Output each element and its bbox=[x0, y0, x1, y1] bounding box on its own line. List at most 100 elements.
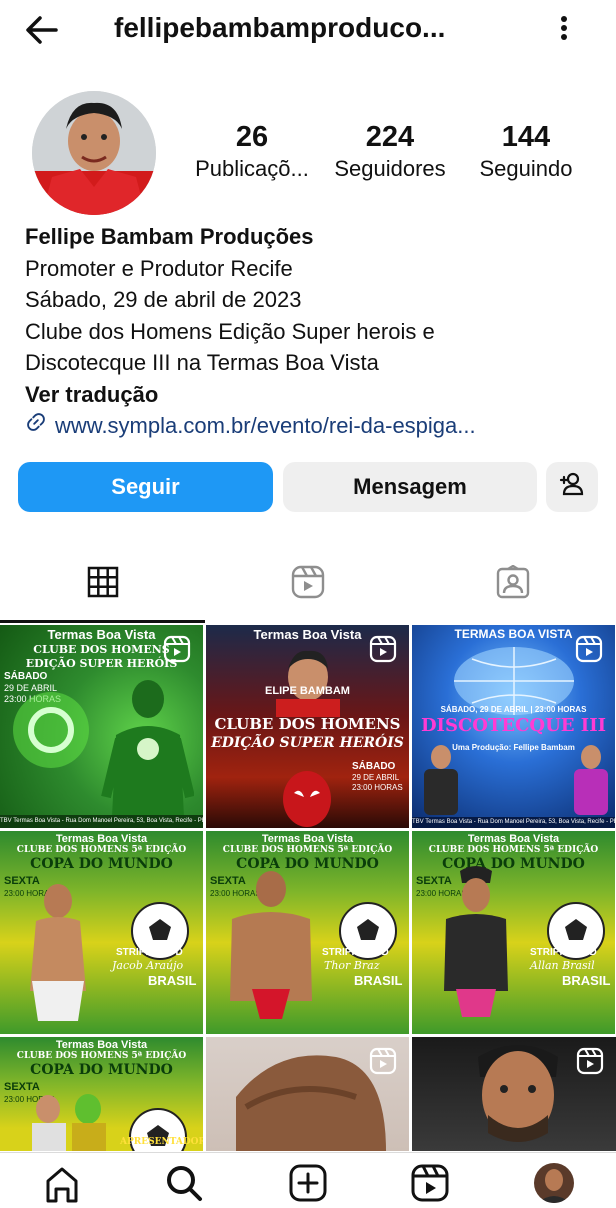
followers-stat[interactable]: 224 Seguidores bbox=[326, 120, 454, 184]
tab-posts[interactable] bbox=[0, 545, 205, 623]
posts-label: Publicaçõ... bbox=[195, 156, 309, 181]
profile-avatar[interactable] bbox=[32, 91, 156, 215]
post-thumbnail[interactable]: Termas Boa Vista CLUBE DOS HOMENS 5ª EDI… bbox=[0, 1037, 203, 1151]
poster-footer: TBV Termas Boa Vista - Rua Dom Manoel Pe… bbox=[0, 815, 203, 828]
tab-tagged[interactable] bbox=[410, 545, 615, 623]
follow-button[interactable]: Seguir bbox=[18, 462, 273, 512]
top-bar: fellipebambamproduco... bbox=[0, 0, 616, 60]
poster-footer: TBV Termas Boa Vista - Rua Dom Manoel Pe… bbox=[412, 817, 615, 828]
poster-subtitle: EDIÇÃO SUPER HERÓIS bbox=[211, 735, 404, 751]
see-translation-link[interactable]: Ver tradução bbox=[25, 379, 585, 411]
poster-country: BRASIL bbox=[562, 973, 611, 988]
create-post-icon[interactable] bbox=[288, 1163, 328, 1203]
photo-subject bbox=[478, 1045, 558, 1142]
poster-date: 29 DE ABRIL bbox=[352, 773, 400, 782]
poster-country: BRASIL bbox=[354, 973, 403, 988]
profile-handle: fellipebambamproduco... bbox=[114, 12, 446, 43]
active-tab-indicator bbox=[0, 620, 205, 623]
post-thumbnail[interactable] bbox=[412, 1037, 616, 1151]
host-photo bbox=[276, 650, 340, 717]
bio-line: Promoter e Produtor Recife bbox=[25, 255, 293, 281]
model-photo bbox=[444, 866, 508, 1017]
bio-link[interactable]: www.sympla.com.br/evento/rei-da-espiga..… bbox=[25, 410, 585, 442]
poster-header: Termas Boa Vista bbox=[55, 833, 148, 845]
post-thumbnail[interactable]: Termas Boa Vista CLUBE DOS HOMENS EDIÇÃO… bbox=[0, 625, 203, 828]
profile-name: Fellipe Bambam Produções bbox=[25, 224, 314, 249]
poster-day: SÁBADO bbox=[4, 671, 48, 682]
more-options-icon[interactable] bbox=[548, 12, 580, 44]
poster-title: CLUBE DOS HOMENS 5ª EDIÇÃO bbox=[428, 845, 599, 855]
model-photo bbox=[230, 871, 312, 1019]
bio-line: Discotecque III na Termas Boa Vista bbox=[25, 350, 379, 375]
reel-icon bbox=[575, 635, 603, 663]
poster-subtitle: COPA DO MUNDO bbox=[30, 1062, 173, 1078]
post-thumbnail[interactable] bbox=[206, 1037, 409, 1151]
poster-stripper-label: STRIPPER PD bbox=[530, 947, 597, 958]
photo-subject bbox=[236, 1055, 386, 1151]
profile-bio: Fellipe Bambam Produções Promoter e Prod… bbox=[25, 221, 585, 442]
home-icon[interactable] bbox=[42, 1163, 82, 1203]
green-lantern-logo bbox=[13, 692, 89, 768]
spiderman-figure bbox=[283, 771, 331, 827]
followers-label: Seguidores bbox=[334, 156, 446, 181]
post-thumbnail[interactable]: Termas Boa Vista CLUBE DOS HOMENS 5ª EDI… bbox=[206, 831, 409, 1034]
poster-header: Termas Boa Vista bbox=[467, 833, 560, 845]
link-icon bbox=[25, 410, 47, 442]
person-add-icon bbox=[558, 470, 586, 504]
poster-performer-name: Jacob Araújo bbox=[112, 959, 184, 972]
bio-link-text: www.sympla.com.br/evento/rei-da-espiga..… bbox=[55, 413, 476, 438]
tab-reels[interactable] bbox=[205, 545, 410, 623]
post-thumbnail[interactable]: TERMAS BOA VISTA SÁBADO, 29 DE ABRIL | 2… bbox=[412, 625, 615, 828]
following-stat[interactable]: 144 Seguindo bbox=[462, 120, 590, 184]
poster-performer-name: Allan Brasil bbox=[530, 959, 595, 972]
poster-logo: ELIPE BAMBAM bbox=[265, 685, 350, 697]
poster-title: CLUBE DOS HOMENS 5ª EDIÇÃO bbox=[16, 1051, 187, 1061]
back-arrow-icon[interactable] bbox=[22, 10, 62, 50]
reel-icon bbox=[163, 635, 191, 663]
search-icon[interactable] bbox=[164, 1163, 204, 1203]
poster-country: BRASIL bbox=[148, 973, 197, 988]
reels-nav-icon[interactable] bbox=[410, 1163, 450, 1203]
suggest-users-button[interactable] bbox=[546, 462, 598, 512]
posts-stat[interactable]: 26 Publicaçõ... bbox=[188, 120, 316, 184]
following-label: Seguindo bbox=[479, 156, 573, 181]
reels-icon bbox=[291, 565, 325, 604]
poster-performer-name: Thor Braz bbox=[324, 959, 380, 972]
reel-icon bbox=[369, 635, 397, 663]
poster-title: DISCOTECQUE III bbox=[420, 715, 607, 736]
model-photo bbox=[30, 884, 86, 1021]
poster-stripper-label: STRIPPER PD bbox=[322, 947, 389, 958]
poster-title: CLUBE DOS HOMENS 5ª EDIÇÃO bbox=[16, 845, 187, 855]
tagged-icon bbox=[496, 564, 530, 604]
grid-icon bbox=[87, 566, 119, 603]
post-thumbnail[interactable]: Termas Boa Vista CLUBE DOS HOMENS 5ª EDI… bbox=[0, 831, 203, 1034]
bio-line: Clube dos Homens Edição Super herois e bbox=[25, 318, 435, 344]
post-grid: Termas Boa Vista CLUBE DOS HOMENS EDIÇÃO… bbox=[0, 625, 616, 1151]
poster-subheader: SÁBADO, 29 DE ABRIL | 23:00 HORAS bbox=[440, 705, 587, 714]
presenters-photo bbox=[32, 1094, 106, 1151]
poster-subtitle: COPA DO MUNDO bbox=[30, 856, 173, 872]
profile-avatar-icon[interactable] bbox=[534, 1163, 574, 1203]
following-count: 144 bbox=[501, 121, 551, 153]
poster-title: CLUBE DOS HOMENS 5ª EDIÇÃO bbox=[222, 845, 393, 855]
followers-count: 224 bbox=[365, 121, 415, 153]
hero-figure bbox=[101, 680, 194, 817]
dj-figure bbox=[424, 745, 458, 815]
poster-header: Termas Boa Vista bbox=[261, 833, 354, 845]
reel-icon bbox=[369, 1047, 397, 1075]
poster-time: 23:00 HORAS bbox=[352, 783, 403, 792]
disco-ball bbox=[454, 647, 574, 715]
poster-presenters-label: APRESENTADORAS bbox=[120, 1137, 203, 1147]
posts-count: 26 bbox=[235, 121, 269, 153]
message-button[interactable]: Mensagem bbox=[283, 462, 537, 512]
bio-line: Sábado, 29 de abril de 2023 bbox=[25, 287, 302, 312]
post-thumbnail[interactable]: Termas Boa Vista ELIPE BAMBAM CLUBE DOS … bbox=[206, 625, 409, 828]
bottom-navigation bbox=[0, 1152, 616, 1203]
poster-day: SÁBADO bbox=[352, 761, 396, 772]
poster-header: Termas Boa Vista bbox=[55, 1039, 148, 1051]
performer-figure bbox=[574, 745, 608, 815]
poster-title: CLUBE DOS HOMENS bbox=[214, 715, 401, 733]
poster-stripper-label: STRIPPER PD bbox=[116, 947, 183, 958]
post-thumbnail[interactable]: Termas Boa Vista CLUBE DOS HOMENS 5ª EDI… bbox=[412, 831, 615, 1034]
profile-tabs bbox=[0, 545, 616, 623]
